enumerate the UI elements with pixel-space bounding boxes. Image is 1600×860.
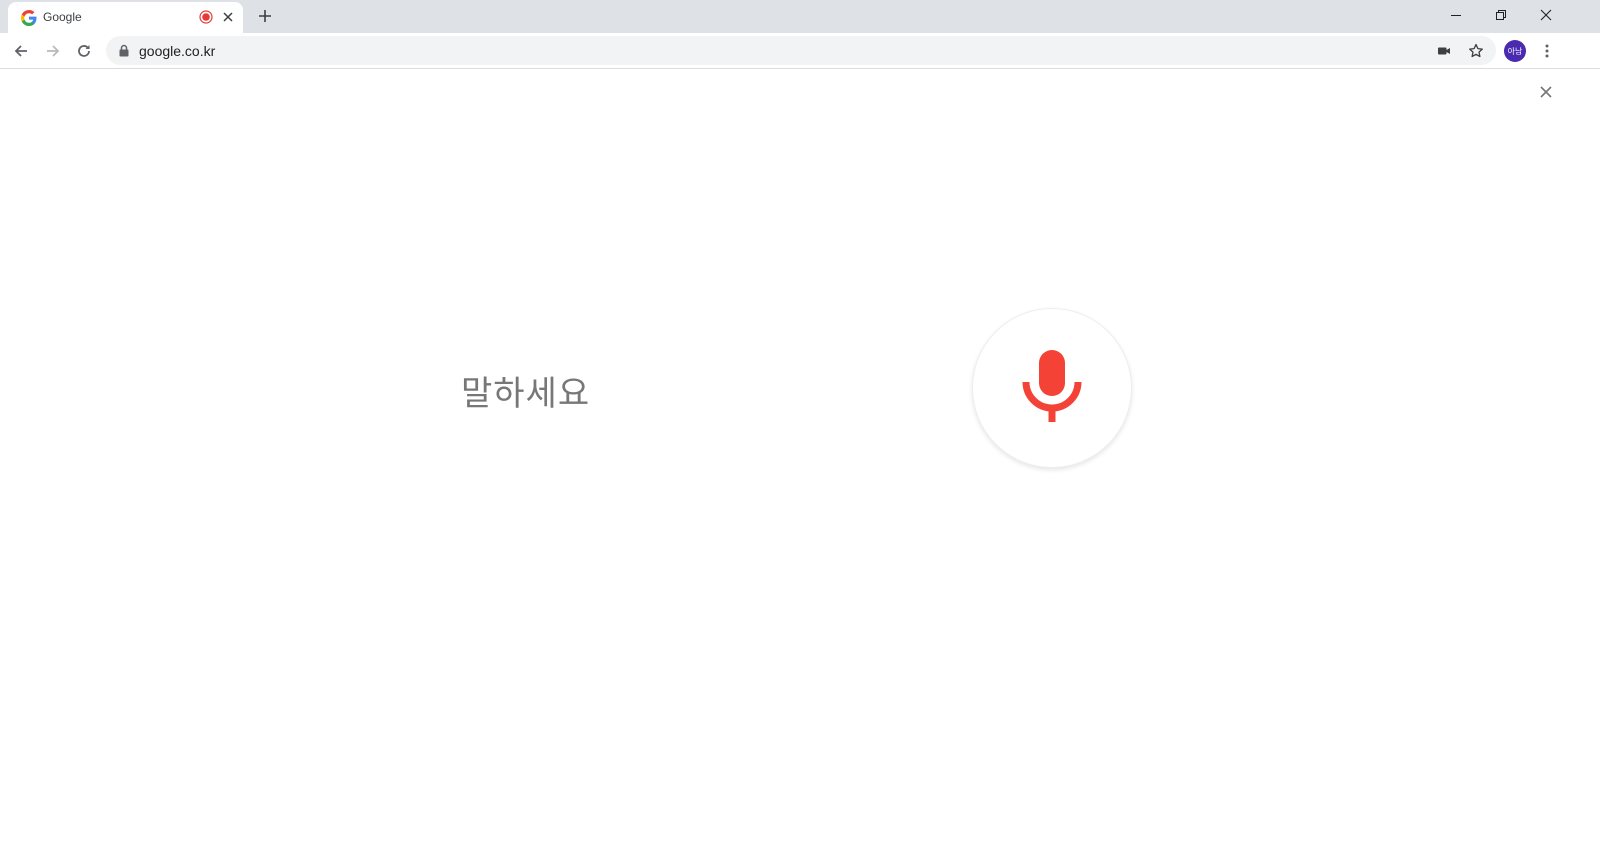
reload-button[interactable] bbox=[70, 37, 98, 65]
window-close-button[interactable] bbox=[1523, 0, 1568, 30]
tab-strip: Google bbox=[0, 0, 1600, 33]
lock-icon[interactable] bbox=[118, 44, 130, 57]
restore-icon bbox=[1495, 10, 1506, 20]
forward-button[interactable] bbox=[39, 37, 67, 65]
tab-title: Google bbox=[43, 10, 82, 24]
camera-in-use-icon[interactable] bbox=[1435, 42, 1453, 60]
minimize-button[interactable] bbox=[1433, 0, 1478, 30]
back-button[interactable] bbox=[7, 37, 35, 65]
new-tab-plus-icon[interactable] bbox=[255, 6, 275, 26]
microphone-icon bbox=[1022, 350, 1082, 422]
url-text[interactable]: google.co.kr bbox=[139, 43, 215, 59]
more-vert-icon bbox=[1545, 44, 1549, 58]
browser-toolbar: google.co.kr 아남 bbox=[0, 33, 1600, 69]
browser-menu-button[interactable] bbox=[1536, 38, 1558, 64]
restore-button[interactable] bbox=[1478, 0, 1523, 30]
recording-dot-icon bbox=[199, 10, 213, 24]
profile-avatar[interactable]: 아남 bbox=[1504, 40, 1526, 62]
reload-icon bbox=[78, 45, 90, 57]
address-bar[interactable]: google.co.kr bbox=[106, 36, 1496, 65]
minimize-icon bbox=[1450, 15, 1461, 16]
google-g-icon bbox=[21, 10, 37, 26]
back-arrow-icon bbox=[14, 45, 27, 57]
microphone-button[interactable] bbox=[972, 308, 1132, 468]
tab-close-icon[interactable] bbox=[220, 9, 236, 25]
close-icon bbox=[1540, 9, 1551, 21]
bookmark-star-icon[interactable] bbox=[1467, 42, 1485, 60]
speak-now-prompt: 말하세요 bbox=[461, 374, 591, 414]
forward-arrow-icon bbox=[47, 45, 60, 57]
voice-search-close-icon[interactable] bbox=[1537, 83, 1555, 101]
browser-tab[interactable]: Google bbox=[8, 2, 243, 33]
